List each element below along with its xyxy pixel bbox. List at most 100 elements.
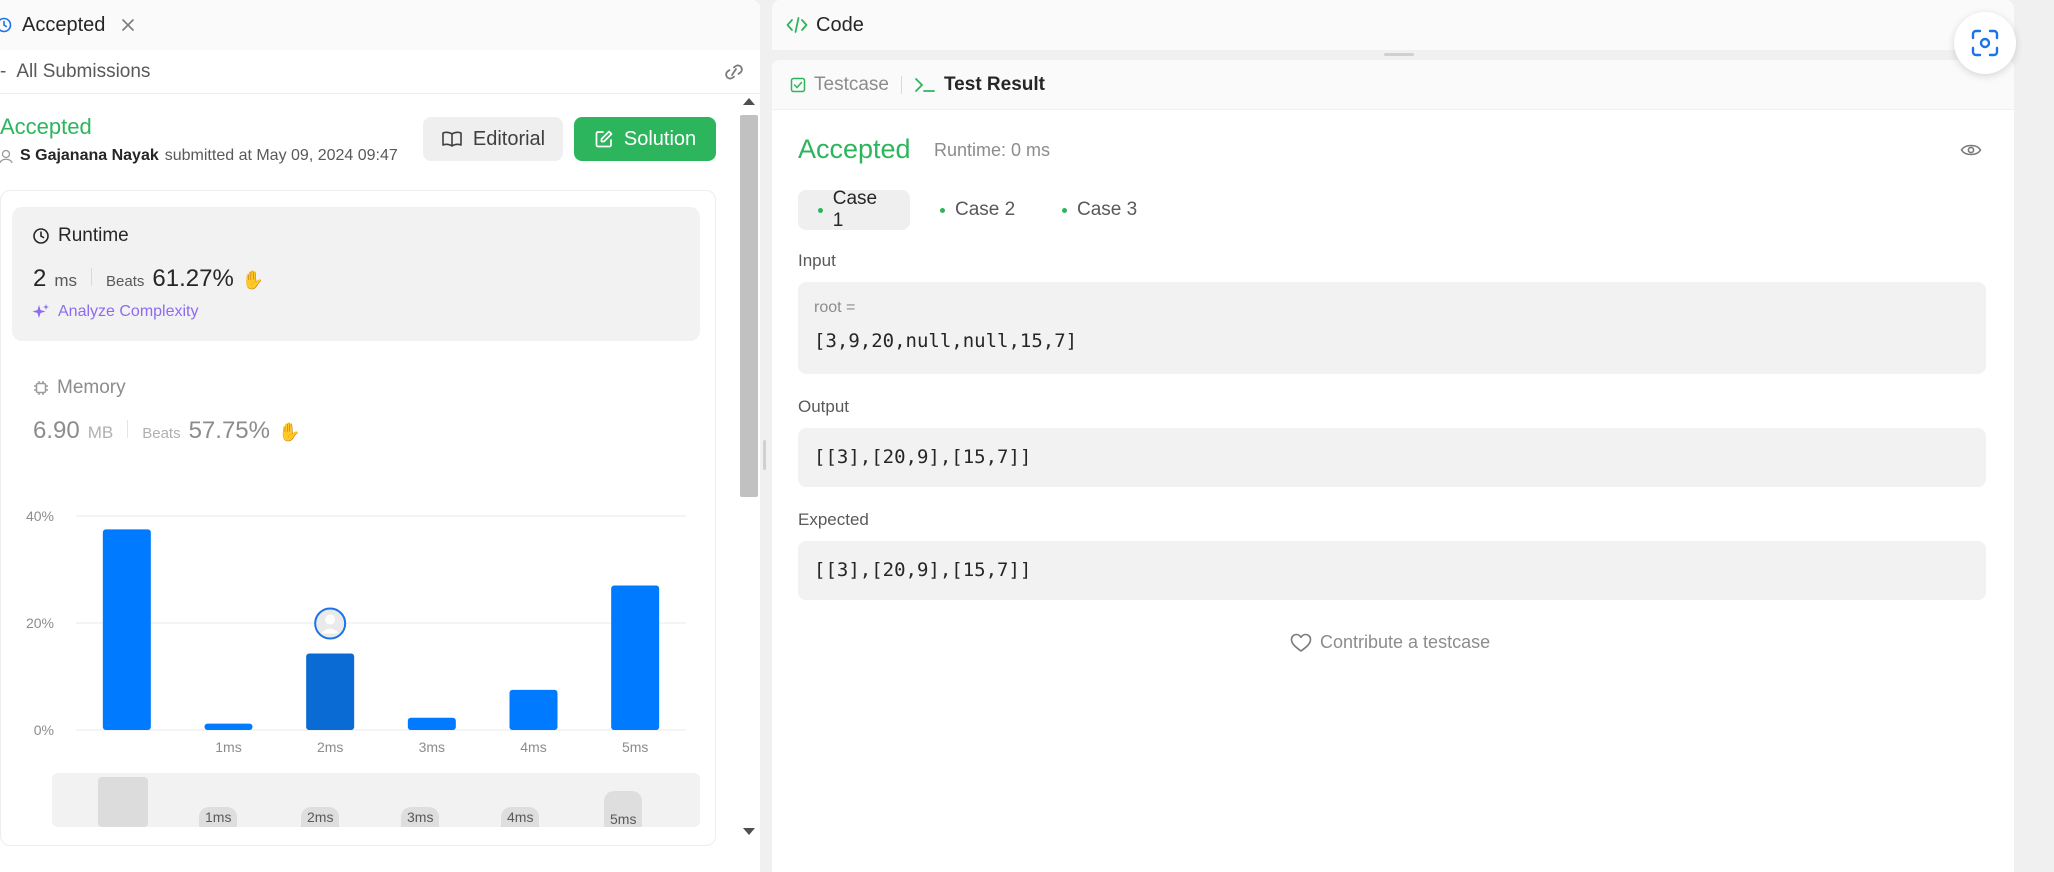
memory-unit: MB — [87, 423, 114, 442]
submission-tab-bar: Accepted — [0, 0, 760, 50]
chip-icon — [34, 381, 48, 395]
editorial-button[interactable]: Editorial — [423, 117, 563, 161]
edit-icon — [595, 130, 613, 148]
chart-bar[interactable] — [204, 723, 253, 730]
runtime-unit: ms — [54, 271, 78, 290]
expected-box[interactable]: [[3],[20,9],[15,7]] — [798, 541, 1986, 600]
submission-meta: S Gajanana Nayak submitted at May 09, 20… — [0, 147, 398, 165]
input-variable: root = — [814, 299, 856, 316]
case-label: Case 1 — [832, 188, 878, 231]
solution-label: Solution — [623, 127, 697, 150]
case-label: Case 2 — [955, 199, 1016, 220]
runtime-box[interactable]: Runtime 2 ms Beats 61.27% ✋ Analyze Comp… — [12, 207, 700, 341]
author-name[interactable]: S Gajanana Nayak — [20, 147, 159, 165]
close-icon[interactable] — [121, 18, 135, 32]
scroll-up-arrow[interactable] — [743, 98, 755, 105]
chart-bar[interactable] — [306, 653, 355, 730]
horizontal-resize-handle[interactable] — [1384, 53, 1414, 56]
screenshot-button[interactable] — [1954, 12, 2016, 74]
runtime-header: Runtime — [32, 225, 129, 247]
test-result-panel: Testcase Test Result Accepted Runtime: 0… — [772, 60, 2014, 872]
tab-code[interactable]: Code — [786, 14, 864, 37]
code-result-panel: Code Testcase Test Result Accepted Runti… — [772, 0, 2014, 872]
tab-test-result[interactable]: Test Result — [914, 74, 1045, 96]
pass-dot-icon — [818, 207, 823, 213]
x-tick-label: 1ms — [215, 739, 241, 755]
tab-divider — [900, 75, 902, 94]
input-label: Input — [798, 251, 836, 270]
all-submissions-link[interactable]: All Submissions — [16, 61, 150, 83]
contribute-testcase-button[interactable]: Contribute a testcase — [1290, 632, 1490, 653]
submission-status: Accepted — [0, 114, 92, 139]
pass-dot-icon — [1062, 207, 1067, 213]
tab-accepted-label: Accepted — [22, 13, 106, 36]
chart-bar[interactable] — [611, 585, 660, 730]
avatar — [0, 149, 13, 164]
editorial-label: Editorial — [472, 127, 546, 150]
test-result-tab-label: Test Result — [943, 73, 1045, 95]
result-tab-bar: Testcase Test Result — [772, 60, 2014, 110]
navigator-label: 5ms — [604, 791, 643, 827]
navigator-label: 2ms — [301, 807, 340, 827]
runtime-value: 2 — [33, 265, 47, 292]
case-tab-1[interactable]: Case 1 — [798, 188, 910, 231]
output-box[interactable]: [[3],[20,9],[15,7]] — [798, 428, 1986, 487]
solution-button[interactable]: Solution — [574, 117, 716, 161]
all-submissions-bar: - All Submissions — [0, 50, 760, 94]
runtime-label: Runtime — [58, 225, 129, 246]
memory-stats: 6.90 MB Beats 57.75% ✋ — [33, 417, 300, 445]
chart-bar[interactable] — [407, 717, 456, 730]
wave-hand-icon: ✋ — [277, 422, 301, 442]
book-icon — [442, 131, 462, 147]
runtime-beats-label: Beats — [106, 273, 145, 290]
heart-icon — [1290, 633, 1312, 652]
code-tab-label: Code — [816, 13, 864, 36]
chart-navigator[interactable]: 1ms 2ms 3ms 4ms 5ms — [52, 773, 700, 827]
wave-hand-icon: ✋ — [241, 270, 265, 290]
focus-capture-icon — [1971, 29, 1999, 57]
result-status: Accepted — [798, 134, 911, 164]
user-avatar-marker — [314, 607, 347, 640]
divider — [127, 420, 129, 438]
chart-bar[interactable] — [509, 689, 558, 730]
clock-icon — [0, 17, 12, 33]
input-value: [3,9,20,null,null,15,7] — [814, 330, 1078, 352]
testcase-tab-label: Testcase — [814, 73, 889, 95]
case-label: Case 3 — [1077, 199, 1138, 220]
scrollbar-thumb[interactable] — [740, 115, 758, 497]
divider — [91, 268, 93, 286]
contribute-label: Contribute a testcase — [1320, 632, 1491, 652]
memory-header[interactable]: Memory — [33, 377, 126, 399]
runtime-beats-value: 61.27% — [152, 265, 234, 292]
y-tick-label: 0% — [34, 722, 54, 738]
output-value: [[3],[20,9],[15,7]] — [814, 446, 1032, 468]
tab-accepted[interactable]: Accepted — [0, 14, 135, 37]
result-runtime: Runtime: 0 ms — [934, 140, 1051, 160]
scroll-down-arrow[interactable] — [743, 828, 755, 835]
link-icon[interactable] — [722, 62, 746, 82]
expected-label: Expected — [798, 510, 869, 529]
x-tick-label: 5ms — [622, 739, 648, 755]
vertical-resize-handle[interactable] — [763, 440, 766, 470]
chart-bar[interactable] — [102, 529, 151, 730]
memory-label: Memory — [57, 377, 126, 398]
eye-icon[interactable] — [1960, 142, 1982, 158]
runtime-distribution-chart[interactable]: 0% 20% 40% 1ms 2ms 3ms 4ms 5ms — [0, 490, 716, 760]
input-box[interactable]: root = [3,9,20,null,null,15,7] — [798, 282, 1986, 374]
case-tab-3[interactable]: Case 3 — [1042, 190, 1157, 230]
memory-value: 6.90 — [33, 417, 80, 444]
navigator-bar — [98, 777, 148, 827]
terminal-icon — [915, 77, 935, 92]
case-tab-2[interactable]: Case 2 — [920, 190, 1035, 230]
back-arrow-icon[interactable]: - — [0, 61, 6, 83]
pass-dot-icon — [940, 207, 945, 213]
tab-testcase[interactable]: Testcase — [790, 74, 889, 96]
x-tick-label: 2ms — [317, 739, 343, 755]
code-icon — [786, 17, 808, 33]
navigator-label: 4ms — [501, 807, 540, 827]
window-edge — [2014, 0, 2054, 872]
analyze-complexity-link[interactable]: Analyze Complexity — [32, 303, 199, 321]
sparkle-icon — [32, 304, 49, 318]
analyze-complexity-label: Analyze Complexity — [58, 303, 199, 320]
y-tick-label: 20% — [26, 615, 54, 631]
